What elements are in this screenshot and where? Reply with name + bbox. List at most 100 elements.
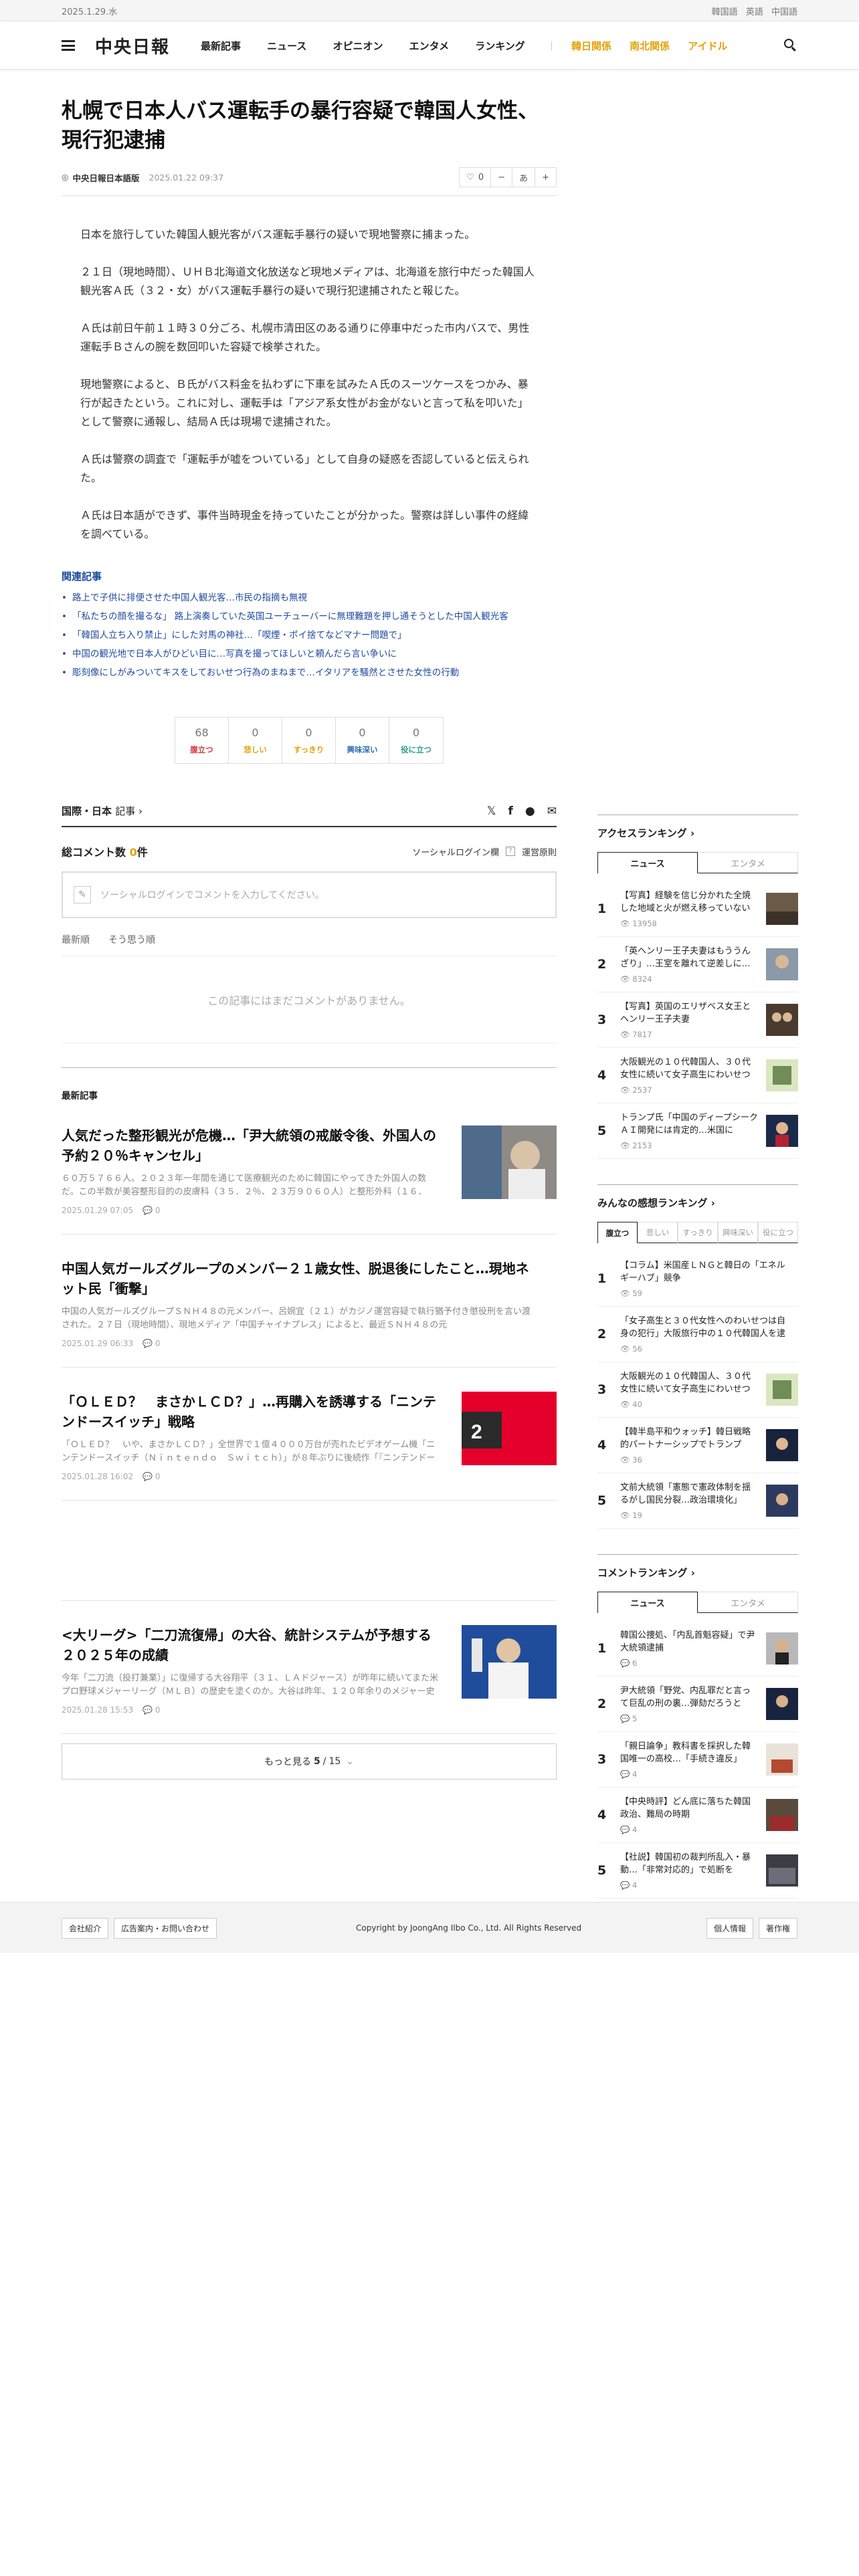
article-date: 2025.01.22 09:37	[149, 172, 224, 183]
like-button[interactable]: ♡ 0	[460, 168, 492, 187]
ranking-item[interactable]: 5 文前大統領「憲態で憲政体制を揺るがし国民分裂…政治環境化」 👁 19	[597, 1473, 798, 1529]
news-item[interactable]: <大リーグ>「二刀流復帰」の大谷、統計システムが予想する２０２５年の成績 今年「…	[62, 1601, 557, 1734]
company-link[interactable]: 会社紹介	[62, 1917, 109, 1939]
ranking-item[interactable]: 4 大阪観光の１０代韓国人、３０代女性に続いて女子高生にわいせつ 👁 2537	[597, 1048, 798, 1103]
ranking-item[interactable]: 4 【韓半島平和ウォッチ】韓日戦略的パートナーシップでトランプ 👁 36	[597, 1418, 798, 1473]
ranking-item[interactable]: 5 【社説】韓国初の裁判所乱入・暴動…「非常対応的」で処断を 💬 4	[597, 1843, 798, 1899]
main-nav: 最新記事 ニュース オピニオン エンタメ ランキング 韓日関係 南北関係 アイド…	[201, 39, 742, 53]
lang-korean[interactable]: 韓国語	[712, 7, 738, 17]
pencil-icon: ✎	[74, 886, 91, 903]
nav-opinion[interactable]: オピニオン	[332, 40, 383, 52]
tab-entertainment[interactable]: エンタメ	[698, 1592, 798, 1613]
ranking-item[interactable]: 3 「親日論争」教科書を採択した韓国唯一の高校…「手続き違反」 💬 4	[597, 1732, 798, 1788]
news-item[interactable]: 人気だった整形観光が危機…「尹大統領の戒厳令後、外国人の予約２０％キャンセル」 …	[62, 1101, 557, 1235]
ad-space	[62, 1501, 557, 1601]
reaction-angry[interactable]: 68 腹立つ	[175, 718, 229, 763]
reaction-panel: 68 腹立つ 0 悲しい 0 すっきり 0 興味深い 0 役に立つ	[62, 717, 557, 764]
comments-header: 総コメント数 0件 ソーシャルログイン欄 ? 運営原則	[62, 843, 557, 859]
policy-link[interactable]: 運営原則	[522, 845, 557, 858]
ranking-item[interactable]: 5 トランプ氏「中国のディープシークＡＩ開発には肯定的…米国に 👁 2153	[597, 1103, 798, 1159]
related-articles: 関連記事 路上で子供に排便させた中国人観光客…市民の指摘も無視 「私たちの顔を撮…	[62, 569, 557, 682]
ranking-item[interactable]: 2 尹大統領「野党、内乱罪だと言って巨乱の刑の裏…弾劾だろうと 💬 5	[597, 1677, 798, 1732]
nav-idol[interactable]: アイドル	[688, 40, 727, 52]
comment-placeholder: ソーシャルログインでコメントを入力してください。	[100, 890, 324, 901]
news-headline: 中国人気ガールズグループのメンバー２１歳女性、脱退後にしたこと…現地ネット民「衝…	[62, 1261, 529, 1297]
tab-useful[interactable]: 役に立つ	[758, 1222, 798, 1243]
related-link[interactable]: 中国の観光地で日本人がひどい目に…写真を撮ってほしいと頼んだら言い争いに	[62, 645, 557, 663]
ranking-item[interactable]: 2 「英ヘンリー王子夫妻はもううんざり」…王室を離れて逆差しに… 👁 8324	[597, 937, 798, 992]
reaction-refreshing[interactable]: 0 すっきり	[282, 718, 336, 763]
article-paragraph: Ａ氏は日本語ができず、事件当時現金を持っていたことが分かった。警察は詳しい事件の…	[80, 509, 529, 540]
news-item[interactable]: 「ＯＬＥＤ？ まさかＬＣＤ？」…再購入を誘導する「ニンテンドースイッチ」戦略 「…	[62, 1368, 557, 1501]
ranking-item[interactable]: 3 大阪観光の１０代韓国人、３０代女性に続いて女子高生にわいせつ 👁 40	[597, 1362, 798, 1418]
news-item[interactable]: 中国人気ガールズグループのメンバー２１歳女性、脱退後にしたこと…現地ネット民「衝…	[62, 1235, 557, 1368]
comment-count: 💬 0	[142, 1206, 161, 1215]
lang-english[interactable]: 英語	[746, 7, 763, 17]
ranking-item[interactable]: 1 【コラム】米国産ＬＮＧと韓日の「エネルギーハブ」競争 👁 59	[597, 1251, 798, 1307]
social-login-label[interactable]: ソーシャルログイン欄	[412, 845, 499, 858]
ad-contact-link[interactable]: 広告案内・お問い合わせ	[114, 1917, 217, 1939]
site-header: 中央日報 最新記事 ニュース オピニオン エンタメ ランキング 韓日関係 南北関…	[0, 21, 859, 70]
font-increase-button[interactable]: +	[535, 168, 556, 187]
lang-chinese[interactable]: 中国語	[771, 7, 797, 17]
line-share-icon[interactable]: ●	[525, 804, 535, 818]
ranking-item[interactable]: 2「女子高生と３０代女性へのわいせつは自身の犯行」大阪旅行中の１０代韓国人を逮捕…	[597, 1307, 798, 1362]
nav-news[interactable]: ニュース	[267, 40, 306, 52]
copyright-link[interactable]: 著作権	[758, 1917, 797, 1939]
reaction-interesting[interactable]: 0 興味深い	[336, 718, 389, 763]
news-summary: 中国の人気ガールズグループＳＮＨ４８の元メンバー、呂婉宜（２１）がカジノ運営容疑…	[62, 1307, 531, 1330]
sort-agree[interactable]: そう思う順	[108, 933, 155, 946]
related-link[interactable]: 「私たちの顔を撮るな」 路上演奏していた英国ユーチューバーに無理難題を押し通そう…	[62, 607, 557, 626]
site-logo[interactable]: 中央日報	[95, 33, 170, 58]
tab-sad[interactable]: 悲しい	[638, 1222, 678, 1243]
sort-latest[interactable]: 最新順	[62, 933, 90, 946]
x-share-icon[interactable]: 𝕏	[487, 804, 496, 818]
nav-korea-japan[interactable]: 韓日関係	[571, 40, 611, 52]
nav-north-south[interactable]: 南北関係	[630, 40, 670, 52]
tab-refreshing[interactable]: すっきり	[678, 1222, 718, 1243]
ranking-thumbnail	[766, 1743, 798, 1776]
emotion-ranking-title[interactable]: みんなの感想ランキング ›	[597, 1184, 798, 1210]
reaction-sad[interactable]: 0 悲しい	[229, 718, 282, 763]
tab-news[interactable]: ニュース	[597, 852, 698, 873]
article-paragraph: ２１日（現地時間）、ＵＨＢ北海道文化放送など現地メディアは、北海道を旅行中だった…	[80, 265, 535, 297]
news-date: 2025.01.29 07:05	[62, 1206, 134, 1215]
article-title: 札幌で日本人バス運転手の暴行容疑で韓国人女性、現行犯逮捕	[62, 99, 539, 152]
comment-count: 💬 0	[142, 1472, 161, 1481]
related-link[interactable]: 「韓国人立ち入り禁止」にした対馬の神社…「喫煙・ポイ捨てなどマナー問題で」	[62, 626, 557, 645]
section-link[interactable]: 国際・日本 記事 ›	[62, 804, 142, 818]
related-link[interactable]: 彫刻像にしがみついてキスをしておいせつ行為のまねまで…イタリアを騒然とさせた女性…	[62, 663, 557, 682]
mail-share-icon[interactable]: ✉	[547, 804, 557, 818]
privacy-link[interactable]: 個人情報	[706, 1917, 753, 1939]
nav-latest[interactable]: 最新記事	[201, 40, 241, 52]
tab-angry[interactable]: 腹立つ	[597, 1222, 638, 1243]
ranking-thumbnail	[766, 1429, 798, 1461]
reaction-useful[interactable]: 0 役に立つ	[389, 718, 443, 763]
help-icon[interactable]: ?	[505, 847, 515, 856]
ranking-thumbnail	[766, 1485, 798, 1517]
tab-interesting[interactable]: 興味深い	[718, 1222, 758, 1243]
ranking-item[interactable]: 1【写真】経験を信じ分かれた全焼した地域と火が燃え移っていない地域👁 13958	[597, 881, 798, 937]
ranking-item[interactable]: 4 【中央時評】どん底に落ちた韓国政治、難局の時期 💬 4	[597, 1788, 798, 1843]
ranking-item[interactable]: 1 韓国公捜処、「内乱首魁容疑」で尹大統領逮捕 💬 6	[597, 1621, 798, 1677]
comment-input[interactable]: ✎ ソーシャルログインでコメントを入力してください。	[62, 871, 557, 918]
ranking-item[interactable]: 3 【写真】英国のエリザベス女王とヘンリー王子夫妻 👁 7817	[597, 992, 798, 1048]
ranking-thumbnail	[766, 1799, 798, 1831]
ranking-thumbnail	[766, 1004, 798, 1036]
font-decrease-button[interactable]: −	[491, 168, 513, 187]
facebook-share-icon[interactable]: f	[508, 804, 513, 818]
access-ranking-title[interactable]: アクセスランキング ›	[597, 815, 798, 840]
news-summary: 「ＯＬＥＤ？ いや、まさかＬＣＤ？」全世界で１億４０００万台が売れたビデオゲーム…	[62, 1440, 436, 1463]
nav-entertainment[interactable]: エンタメ	[409, 40, 450, 52]
tab-entertainment[interactable]: エンタメ	[698, 852, 798, 873]
nav-ranking[interactable]: ランキング	[475, 40, 525, 52]
load-more-button[interactable]: もっと見る 5/ 15 ⌄	[62, 1743, 557, 1780]
related-link[interactable]: 路上で子供に排便させた中国人観光客…市民の指摘も無視	[62, 588, 557, 607]
comments-empty-state: この記事にはまだコメントがありません。	[62, 956, 557, 1043]
tab-news[interactable]: ニュース	[597, 1592, 698, 1613]
news-headline: <大リーグ>「二刀流復帰」の大谷、統計システムが予想する２０２５年の成績	[62, 1627, 432, 1663]
comment-ranking-title[interactable]: コメントランキング ›	[597, 1554, 798, 1580]
search-icon[interactable]	[784, 39, 797, 52]
article-paragraph: Ａ氏は警察の調査で「運転手が嘘をついている」として自身の疑惑を否認していると伝え…	[80, 453, 529, 484]
menu-icon[interactable]	[62, 40, 75, 51]
